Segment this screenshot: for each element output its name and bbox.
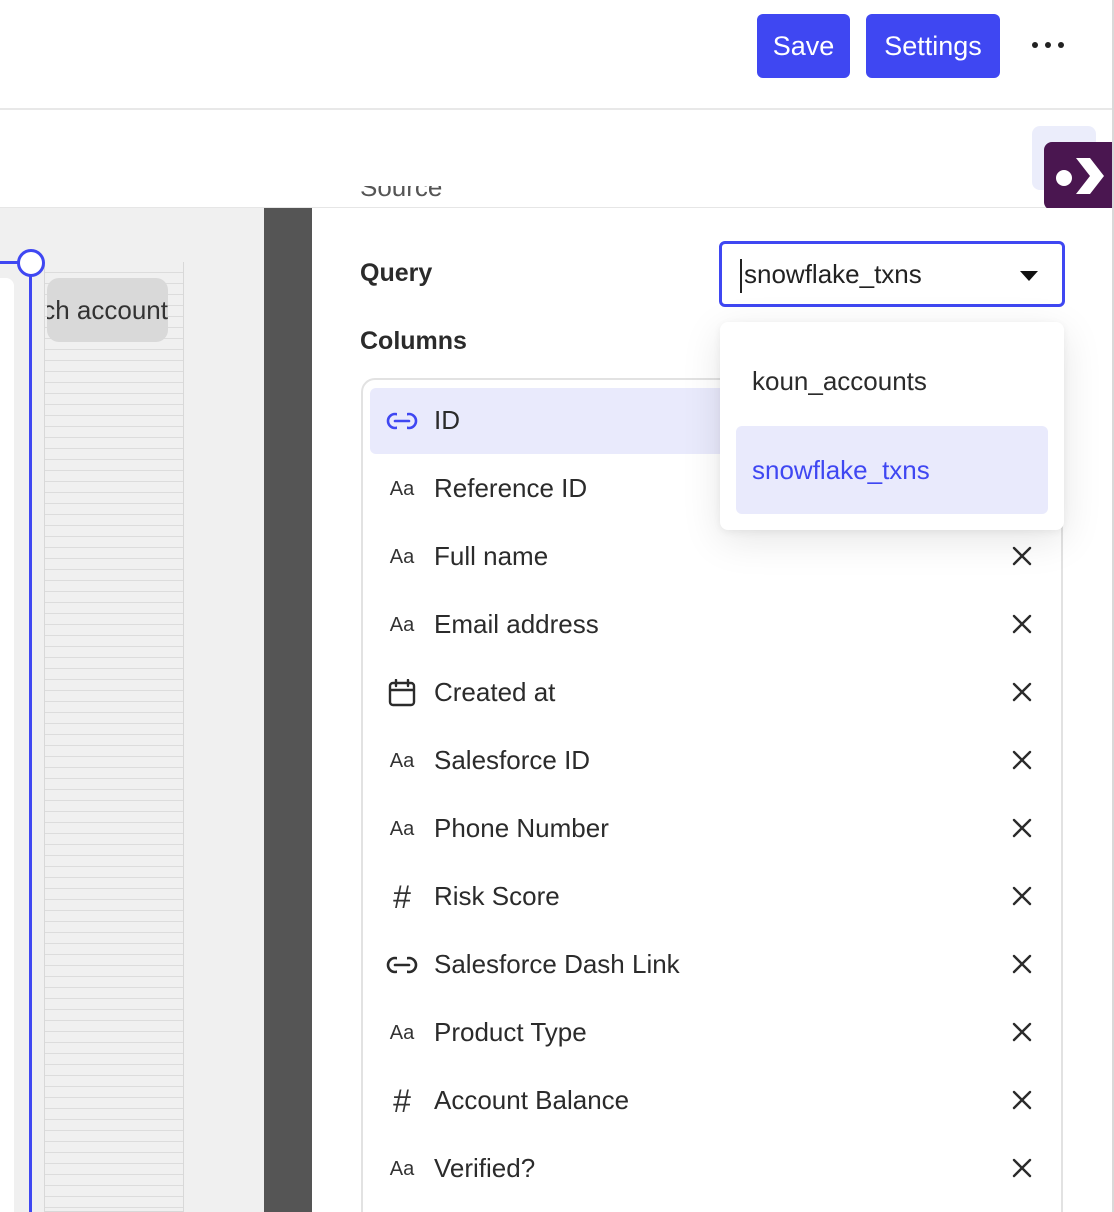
top-header: Save Settings [0,0,1112,110]
section-title: Source [360,186,443,202]
query-dropdown-menu: koun_accounts snowflake_txns [720,322,1064,530]
brand-logo-icon[interactable] [1044,142,1114,210]
calendar-icon [386,677,418,709]
column-row[interactable]: Aa Salesforce ID [370,728,1054,794]
link-icon [386,405,418,437]
number-type-icon: # [393,878,411,915]
column-name: Created at [434,677,556,707]
column-row[interactable]: Created at [370,660,1054,726]
secondary-header [0,112,1112,208]
canvas-node-body [44,262,184,1212]
remove-column-icon[interactable] [1010,680,1034,704]
canvas-node-card [0,278,14,1212]
remove-column-icon[interactable] [1010,612,1034,636]
remove-column-icon[interactable] [1010,1020,1034,1044]
column-name: Phone Number [434,813,609,843]
text-type-icon: Aa [389,817,415,840]
column-name: Risk Score [434,881,560,911]
column-row[interactable]: Aa Phone Number [370,796,1054,862]
column-row[interactable]: Aa Email address [370,592,1054,658]
remove-column-icon[interactable] [1010,884,1034,908]
column-row[interactable]: Salesforce Dash Link [370,932,1054,998]
column-name: Email address [434,609,599,639]
link-icon [386,949,418,981]
remove-column-icon[interactable] [1010,816,1034,840]
text-type-icon: Aa [389,613,415,636]
save-button[interactable]: Save [757,14,850,78]
settings-button[interactable]: Settings [866,14,1000,78]
text-type-icon: Aa [389,1157,415,1180]
text-type-icon: Aa [389,1021,415,1044]
remove-column-icon[interactable] [1010,1088,1034,1112]
column-name: Reference ID [434,473,588,503]
more-options-icon[interactable] [1028,30,1068,60]
text-type-icon: Aa [389,749,415,772]
column-name: ID [434,405,460,435]
dropdown-option-snowflake-txns[interactable]: snowflake_txns [736,426,1048,514]
connector-rail [29,263,32,1212]
column-name: Account Balance [434,1085,630,1115]
remove-column-icon[interactable] [1010,748,1034,772]
columns-label: Columns [360,327,467,355]
column-name: Product Type [434,1017,587,1047]
workflow-canvas[interactable]: each account [0,208,264,1212]
column-row[interactable]: Aa Verified? [370,1136,1054,1202]
number-type-icon: # [393,1082,411,1119]
column-row[interactable]: # Account Balance [370,1068,1054,1134]
text-type-icon: Aa [389,477,415,500]
loop-node-label: each account [47,295,168,325]
column-row[interactable]: Aa Full name [370,524,1054,590]
loop-node-pill[interactable]: each account [47,278,168,342]
column-name: Full name [434,541,549,571]
query-select[interactable]: snowflake_txns [719,241,1065,307]
dropdown-option-koun-accounts[interactable]: koun_accounts [736,337,1048,425]
remove-column-icon[interactable] [1010,544,1034,568]
chevron-down-icon[interactable] [1020,271,1038,281]
column-row[interactable]: Aa Product Type [370,1000,1054,1066]
text-cursor [740,259,742,293]
query-label: Query [360,259,433,287]
text-type-icon: Aa [389,545,415,568]
remove-column-icon[interactable] [1010,1156,1034,1180]
remove-column-icon[interactable] [1010,952,1034,976]
column-name: Salesforce Dash Link [434,949,680,979]
query-select-value: snowflake_txns [744,259,922,289]
column-name: Verified? [434,1153,536,1183]
column-name: Salesforce ID [434,745,591,775]
column-row[interactable]: # Risk Score [370,864,1054,930]
connector-handle[interactable] [17,249,45,277]
panel-resize-handle[interactable] [264,208,312,1212]
